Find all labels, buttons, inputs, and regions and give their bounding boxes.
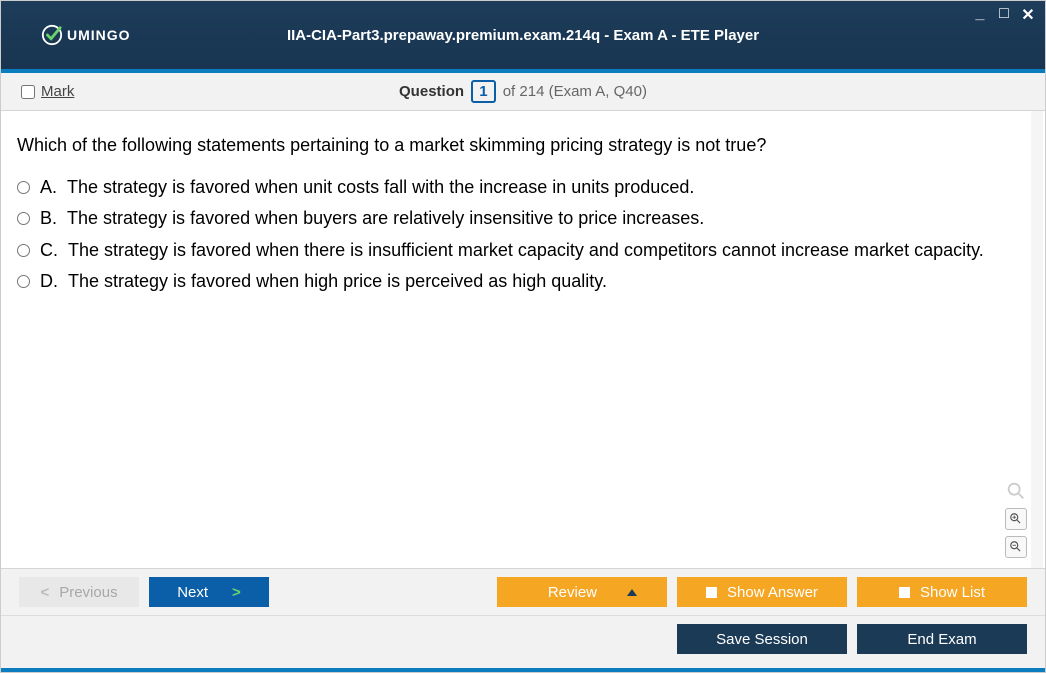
answer-radio[interactable] [17, 244, 30, 257]
answer-letter: D. [40, 269, 58, 294]
footer: < Previous Next > Review Show Answer Sho… [1, 568, 1045, 668]
answer-option[interactable]: A. The strategy is favored when unit cos… [17, 175, 1029, 200]
zoom-in-icon [1009, 512, 1023, 526]
search-icon[interactable] [1005, 480, 1027, 502]
checkmark-logo-icon [41, 24, 63, 46]
close-button[interactable]: ✕ [1019, 5, 1037, 25]
answer-option[interactable]: C. The strategy is favored when there is… [17, 238, 1029, 263]
previous-label: Previous [59, 584, 117, 601]
scrollbar[interactable] [1031, 111, 1043, 568]
zoom-tools [1005, 480, 1027, 558]
review-label: Review [548, 584, 597, 601]
answer-option[interactable]: D. The strategy is favored when high pri… [17, 269, 1029, 294]
maximize-button[interactable]: □ [995, 5, 1013, 25]
show-answer-label: Show Answer [727, 584, 818, 601]
question-of-text: of 214 (Exam A, Q40) [503, 83, 647, 100]
answer-text: The strategy is favored when buyers are … [67, 206, 704, 231]
logo-text: UMINGO [67, 27, 131, 43]
question-position: Question 1 of 214 (Exam A, Q40) [1, 80, 1045, 103]
save-session-label: Save Session [716, 631, 808, 648]
question-text: Which of the following statements pertai… [17, 133, 1029, 157]
answer-text: The strategy is favored when unit costs … [67, 175, 694, 200]
answer-option[interactable]: B. The strategy is favored when buyers a… [17, 206, 1029, 231]
answer-letter: B. [40, 206, 57, 231]
title-bar: UMINGO IIA-CIA-Part3.prepaway.premium.ex… [1, 1, 1045, 73]
show-answer-button[interactable]: Show Answer [677, 577, 847, 607]
end-exam-button[interactable]: End Exam [857, 624, 1027, 654]
chevron-left-icon: < [40, 584, 49, 601]
stop-icon [706, 587, 717, 598]
zoom-out-icon [1009, 540, 1023, 554]
footer-row-2: Save Session End Exam [1, 616, 1045, 668]
review-button[interactable]: Review [497, 577, 667, 607]
end-exam-label: End Exam [907, 631, 976, 648]
window-controls: _ □ ✕ [971, 5, 1037, 25]
answer-letter: A. [40, 175, 57, 200]
stop-icon [899, 587, 910, 598]
answer-text: The strategy is favored when there is in… [68, 238, 984, 263]
zoom-out-button[interactable] [1005, 536, 1027, 558]
question-number: 1 [471, 80, 495, 103]
app-logo: UMINGO [41, 24, 131, 46]
answer-radio[interactable] [17, 181, 30, 194]
answer-letter: C. [40, 238, 58, 263]
question-word: Question [399, 83, 464, 100]
question-header: Mark Question 1 of 214 (Exam A, Q40) [1, 73, 1045, 111]
bottom-accent-bar [1, 668, 1045, 672]
answer-radio[interactable] [17, 212, 30, 225]
window-title: IIA-CIA-Part3.prepaway.premium.exam.214q… [1, 27, 1045, 44]
previous-button[interactable]: < Previous [19, 577, 139, 607]
next-button[interactable]: Next > [149, 577, 269, 607]
question-content: Which of the following statements pertai… [1, 111, 1045, 568]
zoom-in-button[interactable] [1005, 508, 1027, 530]
next-label: Next [177, 584, 208, 601]
chevron-right-icon: > [232, 584, 241, 601]
show-list-button[interactable]: Show List [857, 577, 1027, 607]
save-session-button[interactable]: Save Session [677, 624, 847, 654]
triangle-up-icon [627, 589, 637, 596]
answer-text: The strategy is favored when high price … [68, 269, 607, 294]
answers-list: A. The strategy is favored when unit cos… [17, 175, 1029, 294]
footer-row-1: < Previous Next > Review Show Answer Sho… [1, 569, 1045, 616]
minimize-button[interactable]: _ [971, 5, 989, 25]
show-list-label: Show List [920, 584, 985, 601]
answer-radio[interactable] [17, 275, 30, 288]
